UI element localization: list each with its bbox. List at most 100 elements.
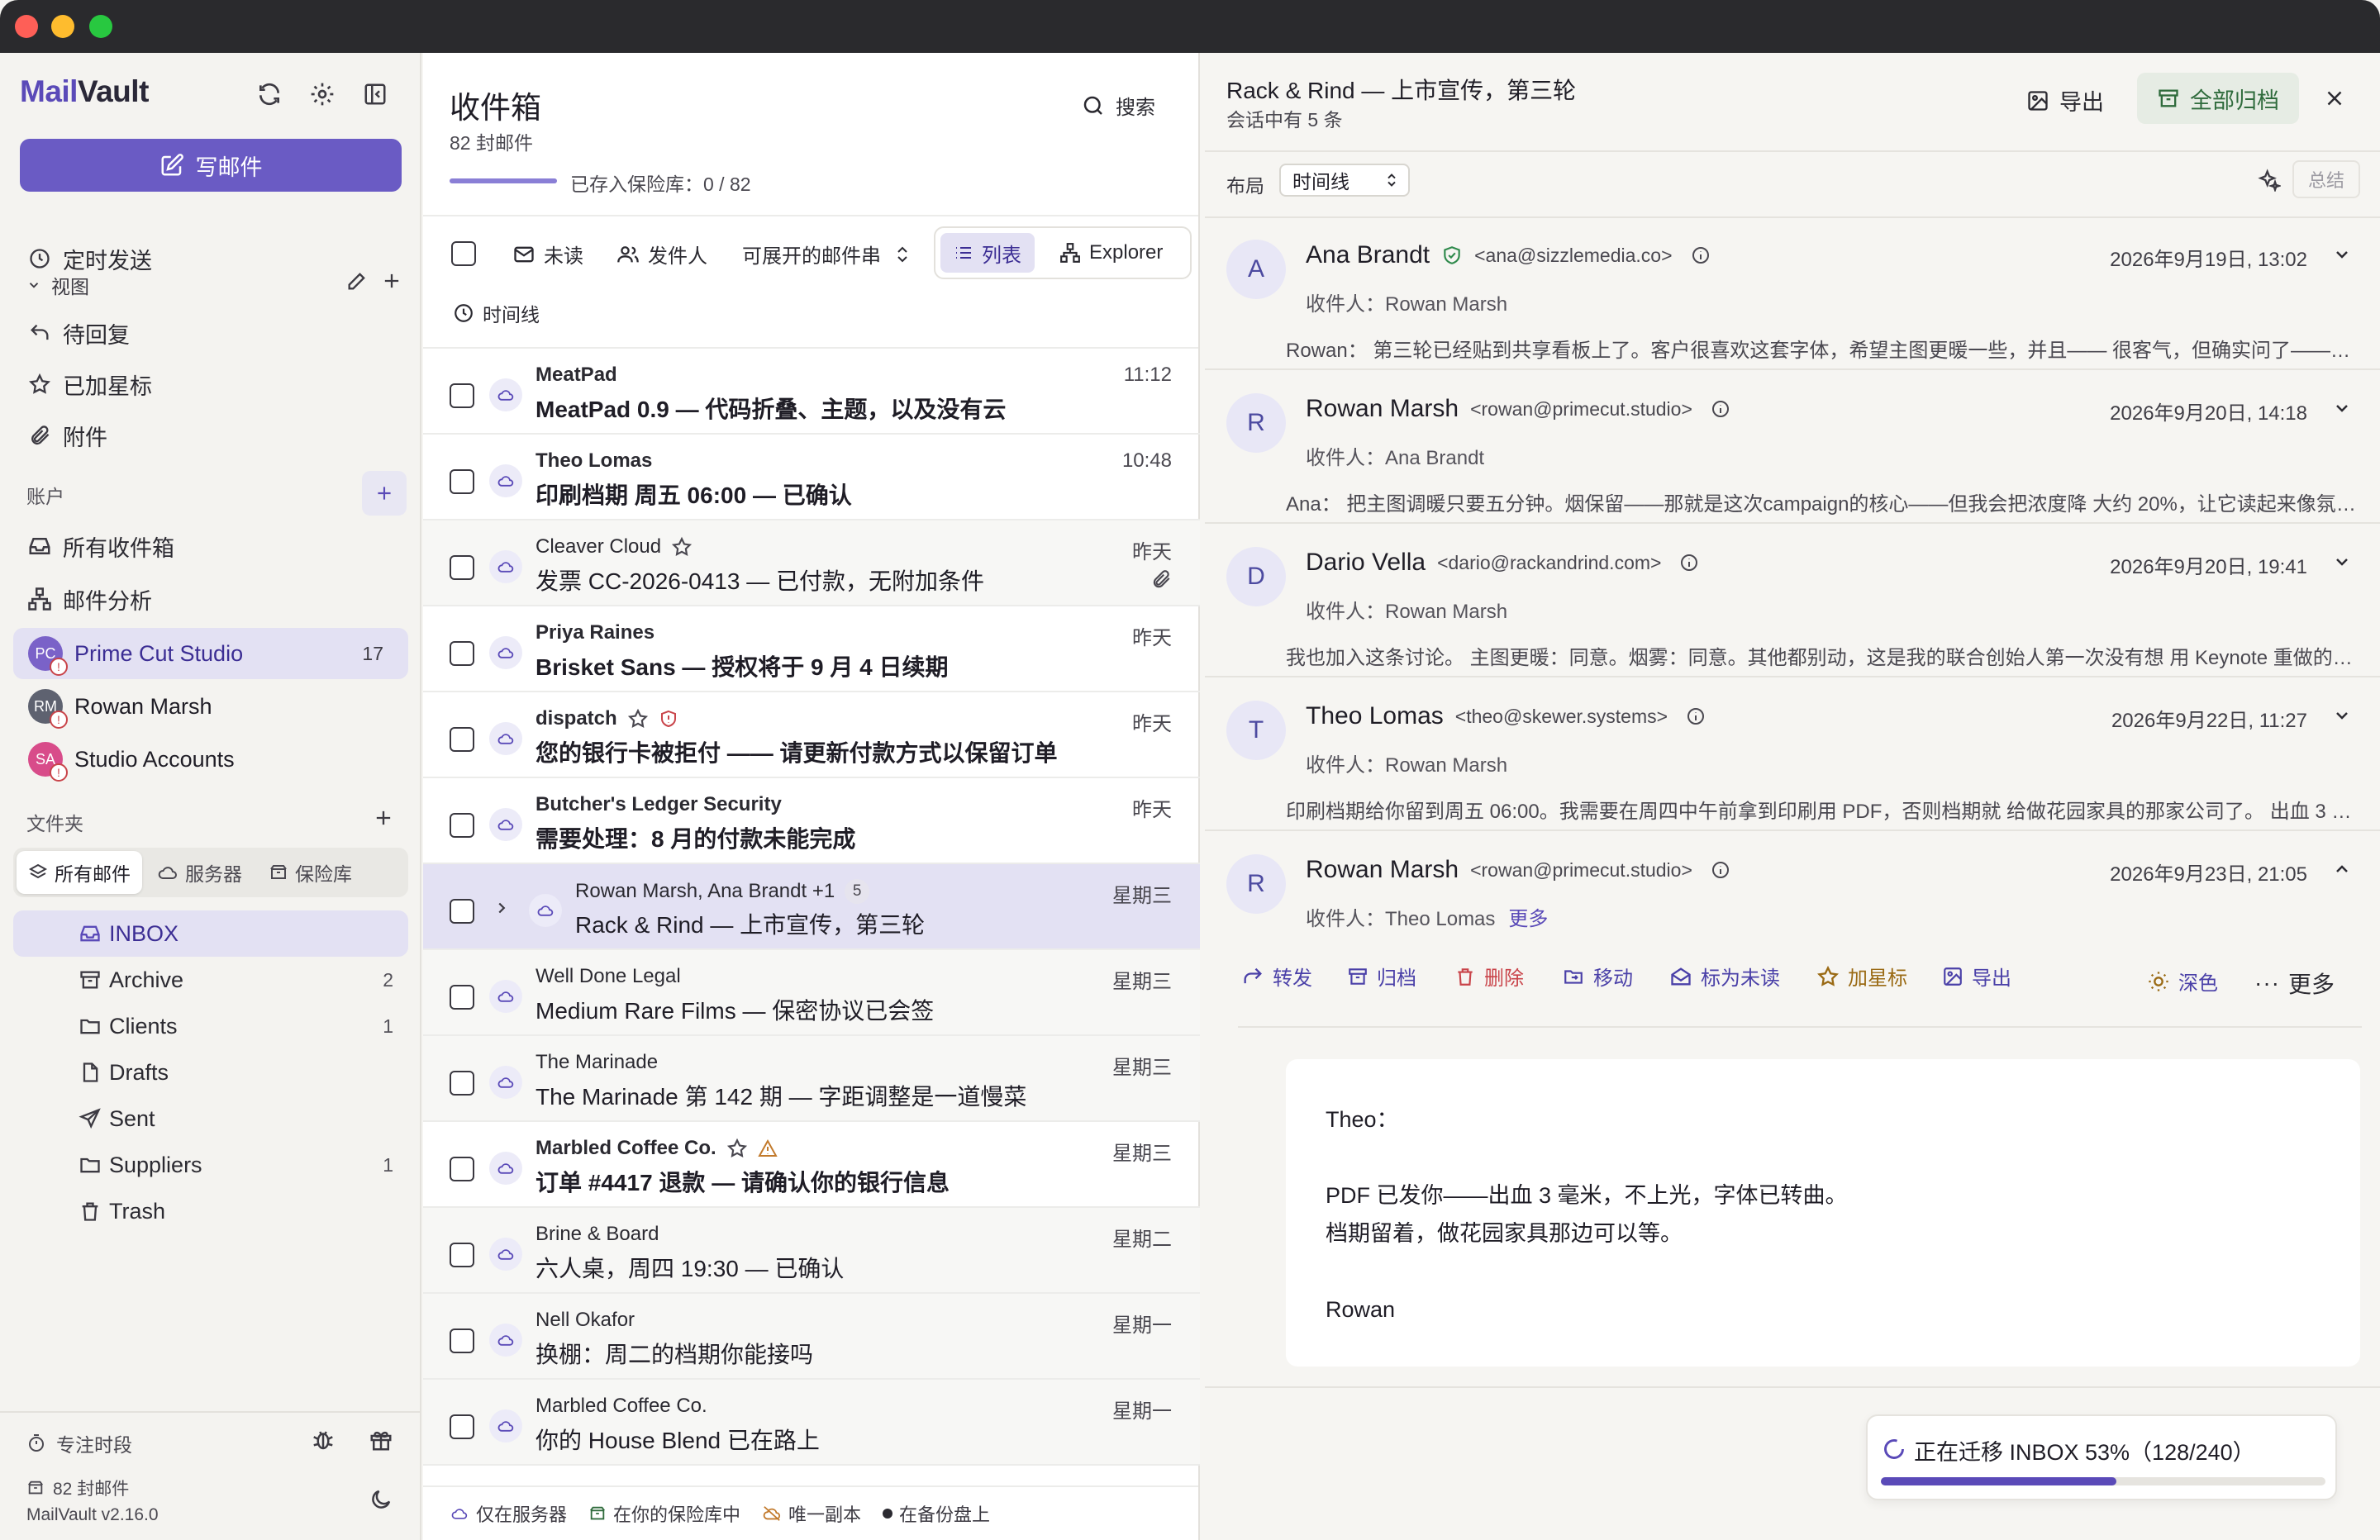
chevron-up-icon[interactable] xyxy=(2332,859,2352,879)
folder-inbox[interactable]: INBOX xyxy=(13,910,408,957)
folder-clients[interactable]: Clients 1 xyxy=(13,1003,408,1049)
zoom-window-button[interactable] xyxy=(89,15,112,38)
chevron-right-icon[interactable] xyxy=(493,897,511,919)
list-item[interactable]: Theo Lomas 印刷档期 周五 06:00 — 已确认 10:48 xyxy=(423,435,1200,520)
list-item[interactable]: Priya Raines Brisket Sans — 授权将于 9 月 4 日续… xyxy=(423,606,1200,692)
summary-button[interactable]: 总结 xyxy=(2292,160,2360,198)
compose-button[interactable]: 写邮件 xyxy=(20,139,402,192)
archive-all-button[interactable]: 全部归档 xyxy=(2137,73,2299,124)
sidebar-item-all-inboxes[interactable]: 所有收件箱 xyxy=(17,522,408,570)
select-all-checkbox[interactable] xyxy=(451,241,476,266)
export-message-button[interactable]: 导出 xyxy=(1942,962,2011,991)
tab-vault[interactable]: 保险库 xyxy=(257,851,364,894)
delete-button[interactable]: 删除 xyxy=(1454,962,1524,991)
forward-button[interactable]: 转发 xyxy=(1241,962,1312,991)
list-item[interactable]: Marbled Coffee Co. 你的 House Blend 已在路上 星期一 xyxy=(423,1380,1200,1466)
sidebar-item-analytics[interactable]: 邮件分析 xyxy=(17,575,408,623)
row-checkbox[interactable] xyxy=(450,1414,474,1439)
thread-message[interactable]: T Theo Lomas <theo@skewer.systems> 2026年9月2… xyxy=(1205,679,2380,831)
thread-mode-select[interactable]: 可展开的邮件串 xyxy=(742,240,911,269)
add-account-button[interactable] xyxy=(362,471,407,516)
info-icon[interactable] xyxy=(1691,245,1711,265)
chevron-down-icon[interactable] xyxy=(2332,398,2352,418)
row-checkbox[interactable] xyxy=(450,555,474,580)
row-checkbox[interactable] xyxy=(450,727,474,752)
more-recipients-link[interactable]: 更多 xyxy=(1508,908,1548,930)
row-checkbox[interactable] xyxy=(450,1157,474,1181)
tab-all-mail[interactable]: 所有邮件 xyxy=(17,851,142,894)
sparkles-icon[interactable] xyxy=(2258,169,2281,192)
star-icon[interactable] xyxy=(726,1138,748,1159)
refresh-icon[interactable] xyxy=(253,78,286,111)
thread-message[interactable]: A Ana Brandt <ana@sizzlemedia.co> 2026年9月19… xyxy=(1205,218,2380,370)
views-section-header[interactable]: 视图 xyxy=(26,271,89,299)
row-checkbox[interactable] xyxy=(450,469,474,494)
account-studio-accounts[interactable]: SA! Studio Accounts xyxy=(13,734,408,785)
edit-views-icon[interactable] xyxy=(345,269,369,292)
list-item[interactable]: Marbled Coffee Co. 订单 #4417 退款 — 请确认你的银行信… xyxy=(423,1122,1200,1208)
row-checkbox[interactable] xyxy=(450,985,474,1010)
row-checkbox[interactable] xyxy=(450,1328,474,1353)
filter-timeline[interactable]: 时间线 xyxy=(453,299,540,327)
view-list-button[interactable]: 列表 xyxy=(940,233,1035,273)
row-checkbox[interactable] xyxy=(450,899,474,924)
list-item[interactable]: Nell Okafor 换棚：周二的档期你能接吗 星期一 xyxy=(423,1294,1200,1380)
collapse-sidebar-icon[interactable] xyxy=(359,78,392,111)
list-item[interactable]: MeatPad MeatPad 0.9 — 代码折叠、主题，以及没有云 11:12 xyxy=(423,349,1200,435)
sidebar-item-pending[interactable]: 待回复 xyxy=(17,309,408,357)
add-view-icon[interactable] xyxy=(380,269,403,292)
thread-message[interactable]: R Rowan Marsh <rowan@primecut.studio> 2026年… xyxy=(1205,372,2380,524)
gear-icon[interactable] xyxy=(306,78,339,111)
search-button[interactable]: 搜索 xyxy=(1081,91,1155,120)
list-item[interactable]: Brine & Board 六人桌，周四 19:30 — 已确认 星期二 xyxy=(423,1208,1200,1294)
row-checkbox[interactable] xyxy=(450,641,474,666)
chevron-down-icon[interactable] xyxy=(2332,245,2352,264)
view-explorer-button[interactable]: Explorer xyxy=(1051,233,1171,273)
sidebar-item-attachments[interactable]: 附件 xyxy=(17,411,408,459)
folder-drafts[interactable]: Drafts xyxy=(13,1049,408,1096)
list-item[interactable]: The Marinade The Marinade 第 142 期 — 字距调整是… xyxy=(423,1036,1200,1122)
info-icon[interactable] xyxy=(1711,399,1730,419)
thread-message[interactable]: D Dario Vella <dario@rackandrind.com> 2026年… xyxy=(1205,525,2380,677)
account-rowan-marsh[interactable]: RM! Rowan Marsh xyxy=(13,681,408,732)
folder-trash[interactable]: Trash xyxy=(13,1188,408,1234)
filter-unread[interactable]: 未读 xyxy=(512,240,583,269)
list-item[interactable]: dispatch 您的银行卡被拒付 —— 请更新付款方式以保留订单 昨天 xyxy=(423,692,1200,778)
info-icon[interactable] xyxy=(1686,706,1706,726)
row-checkbox[interactable] xyxy=(450,1243,474,1267)
close-icon[interactable] xyxy=(2322,86,2347,111)
add-folder-icon[interactable] xyxy=(372,806,395,829)
move-button[interactable]: 移动 xyxy=(1562,962,1633,991)
row-checkbox[interactable] xyxy=(450,813,474,838)
list-item[interactable]: Cleaver Cloud 发票 CC-2026-0413 — 已付款，无附加条件… xyxy=(423,520,1200,606)
account-prime-cut-studio[interactable]: PC! Prime Cut Studio 17 xyxy=(13,628,408,679)
chevron-down-icon[interactable] xyxy=(2332,706,2352,725)
sidebar-item-starred[interactable]: 已加星标 xyxy=(17,360,408,408)
list-item[interactable]: Rowan Marsh, Ana Brandt +1 5 Rack & Rind —… xyxy=(423,864,1200,950)
moon-icon[interactable] xyxy=(369,1487,393,1512)
row-checkbox[interactable] xyxy=(450,1071,474,1096)
star-button[interactable]: 加星标 xyxy=(1816,962,1907,991)
star-icon[interactable] xyxy=(627,708,649,730)
folder-suppliers[interactable]: Suppliers 1 xyxy=(13,1142,408,1188)
chevron-down-icon[interactable] xyxy=(2332,552,2352,572)
minimize-window-button[interactable] xyxy=(51,15,74,38)
star-icon[interactable] xyxy=(671,536,693,558)
thread-message[interactable]: R Rowan Marsh <rowan@primecut.studio> 2026年… xyxy=(1205,833,2380,932)
focus-session-button[interactable]: 专注时段 xyxy=(26,1429,132,1457)
info-icon[interactable] xyxy=(1679,553,1699,573)
list-item[interactable]: Well Done Legal Medium Rare Films — 保密协议已… xyxy=(423,950,1200,1036)
list-item[interactable]: Butcher's Ledger Security 需要处理：8 月的付款未能完成… xyxy=(423,778,1200,864)
dark-mode-button[interactable]: 深色 xyxy=(2147,967,2218,996)
layout-select[interactable]: 时间线 xyxy=(1279,164,1410,197)
archive-button[interactable]: 归档 xyxy=(1347,962,1416,991)
more-actions-button[interactable]: ··· 更多 xyxy=(2254,967,2335,1000)
tab-server[interactable]: 服务器 xyxy=(142,851,257,894)
export-button[interactable]: 导出 xyxy=(2026,84,2104,116)
close-window-button[interactable] xyxy=(15,15,38,38)
mark-unread-button[interactable]: 标为未读 xyxy=(1669,962,1780,991)
bug-icon[interactable] xyxy=(311,1428,336,1452)
row-checkbox[interactable] xyxy=(450,383,474,408)
folder-archive[interactable]: Archive 2 xyxy=(13,957,408,1003)
filter-sender[interactable]: 发件人 xyxy=(616,240,707,269)
